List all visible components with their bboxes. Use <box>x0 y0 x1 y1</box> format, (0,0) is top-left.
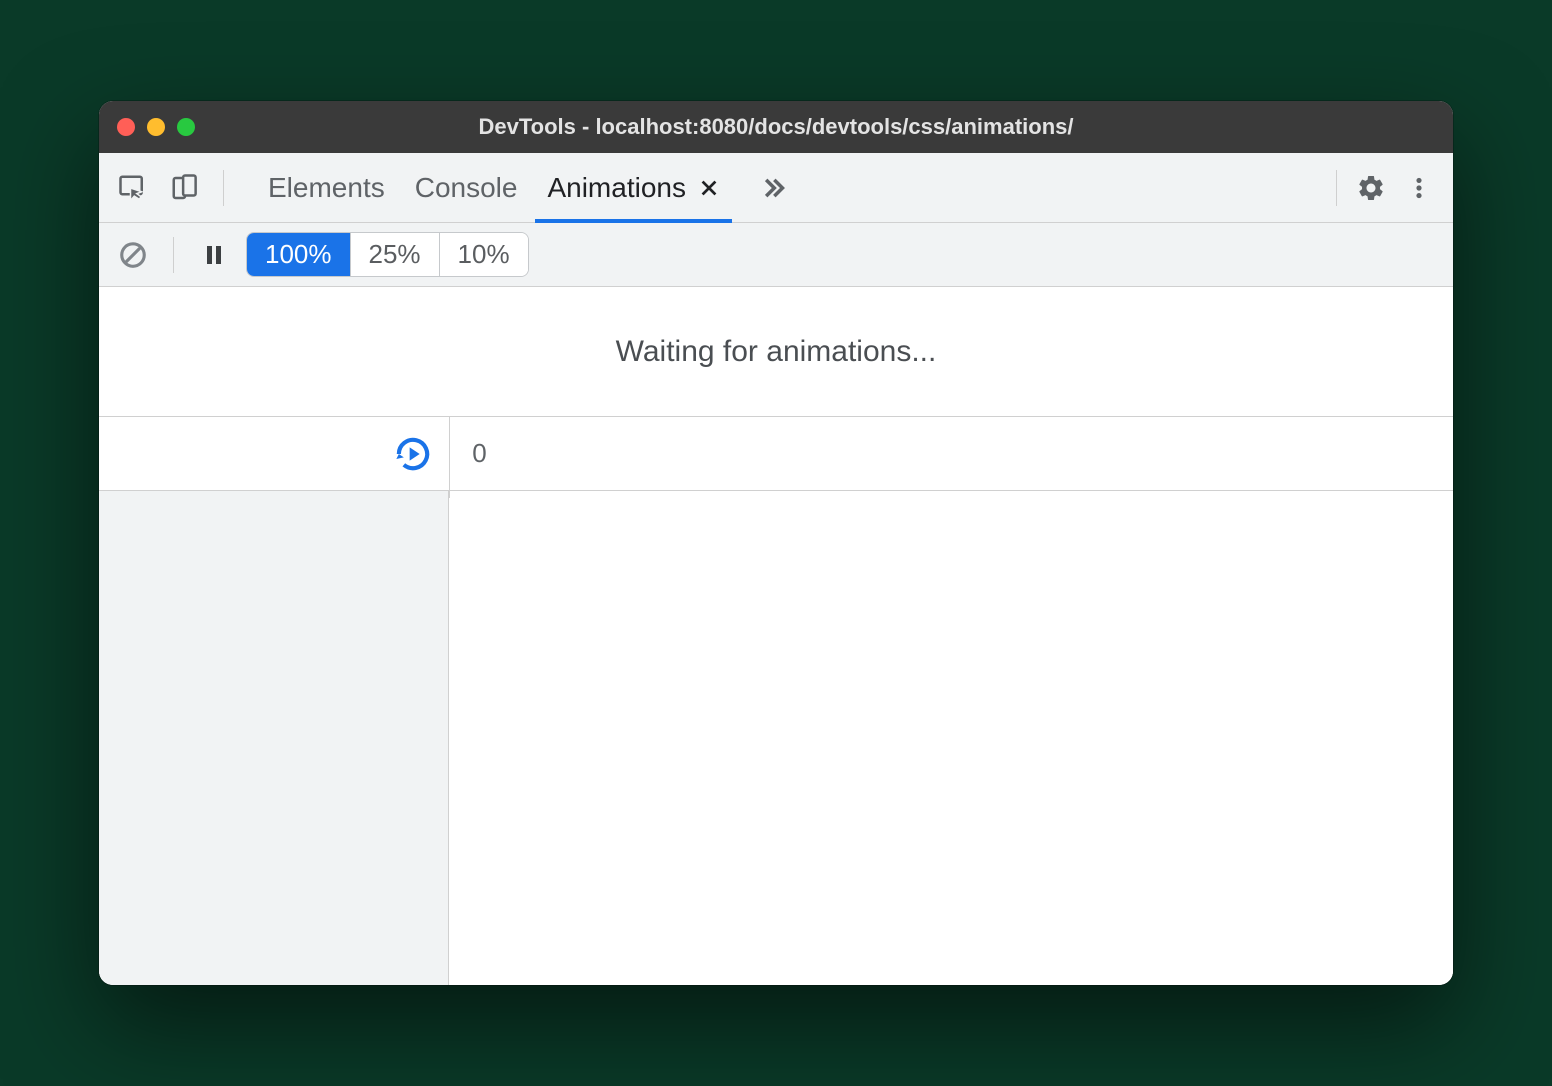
clear-icon <box>118 240 148 270</box>
window-maximize-button[interactable] <box>177 118 195 136</box>
more-options-button[interactable] <box>1397 166 1441 210</box>
speed-10-button[interactable]: 10% <box>440 233 528 276</box>
device-toggle-button[interactable] <box>163 166 207 210</box>
animations-toolbar: 100% 25% 10% <box>99 223 1453 287</box>
waiting-text: Waiting for animations... <box>616 335 937 369</box>
tab-console[interactable]: Console <box>415 153 518 222</box>
pause-icon <box>202 243 226 267</box>
toolbar-divider <box>223 170 224 206</box>
animations-main-area <box>99 491 1453 985</box>
close-icon[interactable] <box>698 177 720 199</box>
window-controls <box>117 118 195 136</box>
kebab-icon <box>1406 175 1432 201</box>
main-toolbar: Elements Console Animations <box>99 153 1453 223</box>
inspect-element-button[interactable] <box>111 166 155 210</box>
window-close-button[interactable] <box>117 118 135 136</box>
window-minimize-button[interactable] <box>147 118 165 136</box>
tab-label: Elements <box>268 172 385 204</box>
devtools-window: DevTools - localhost:8080/docs/devtools/… <box>99 101 1453 985</box>
timeline-start-marker: 0 <box>449 417 489 490</box>
speed-100-button[interactable]: 100% <box>247 233 351 276</box>
replay-icon <box>393 434 433 474</box>
settings-button[interactable] <box>1349 166 1393 210</box>
speed-25-button[interactable]: 25% <box>351 233 440 276</box>
replay-button[interactable] <box>393 434 433 474</box>
toolbar-divider <box>1336 170 1337 206</box>
tab-label: Animations <box>547 172 686 204</box>
more-tabs-button[interactable] <box>750 166 794 210</box>
tab-animations[interactable]: Animations <box>547 153 720 222</box>
timeline-zero-label: 0 <box>472 438 486 469</box>
waiting-banner: Waiting for animations... <box>99 287 1453 417</box>
animation-name-column <box>99 491 449 985</box>
gear-icon <box>1356 173 1386 203</box>
toolbar-divider <box>173 237 174 273</box>
playback-speed-group: 100% 25% 10% <box>246 232 529 277</box>
pause-button[interactable] <box>192 233 236 277</box>
panel-tabs: Elements Console Animations <box>268 153 794 222</box>
timeline-pane[interactable] <box>449 491 1453 985</box>
tab-label: Console <box>415 172 518 204</box>
titlebar: DevTools - localhost:8080/docs/devtools/… <box>99 101 1453 153</box>
animation-list-header <box>99 417 449 490</box>
clear-button[interactable] <box>111 233 155 277</box>
window-title: DevTools - localhost:8080/docs/devtools/… <box>479 114 1074 140</box>
tab-elements[interactable]: Elements <box>268 153 385 222</box>
timeline-header: 0 <box>99 417 1453 491</box>
